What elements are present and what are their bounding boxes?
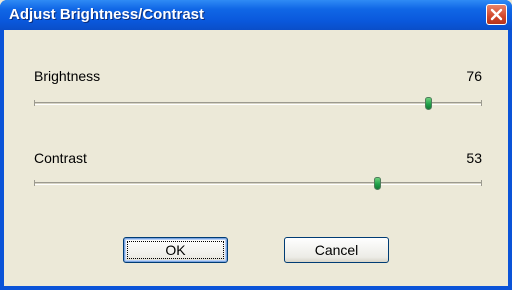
close-button[interactable] [486, 4, 507, 25]
cancel-button-label: Cancel [314, 242, 359, 258]
focus-rectangle [127, 241, 224, 259]
contrast-slider-tick-min [34, 180, 35, 186]
window-frame-bottom [0, 286, 512, 290]
brightness-value: 76 [466, 68, 482, 84]
dialog-title: Adjust Brightness/Contrast [9, 6, 205, 23]
ok-button[interactable]: OK [123, 237, 228, 263]
brightness-slider-thumb[interactable] [425, 97, 432, 110]
contrast-label: Contrast [34, 150, 87, 166]
title-bar[interactable]: Adjust Brightness/Contrast [0, 0, 512, 30]
contrast-slider-thumb[interactable] [374, 177, 381, 190]
brightness-slider-tick-min [34, 100, 35, 106]
contrast-slider-track[interactable] [34, 180, 482, 186]
cancel-button[interactable]: Cancel [284, 237, 389, 263]
contrast-slider-tick-max [481, 180, 482, 186]
close-icon [490, 8, 503, 21]
dialog-body: Brightness 76 Contrast 53 OK Cancel [4, 30, 508, 286]
contrast-value: 53 [466, 150, 482, 166]
brightness-slider-tick-max [481, 100, 482, 106]
dialog-window: Adjust Brightness/Contrast Brightness 76… [0, 0, 512, 290]
brightness-label: Brightness [34, 68, 101, 84]
brightness-slider-track[interactable] [34, 100, 482, 106]
